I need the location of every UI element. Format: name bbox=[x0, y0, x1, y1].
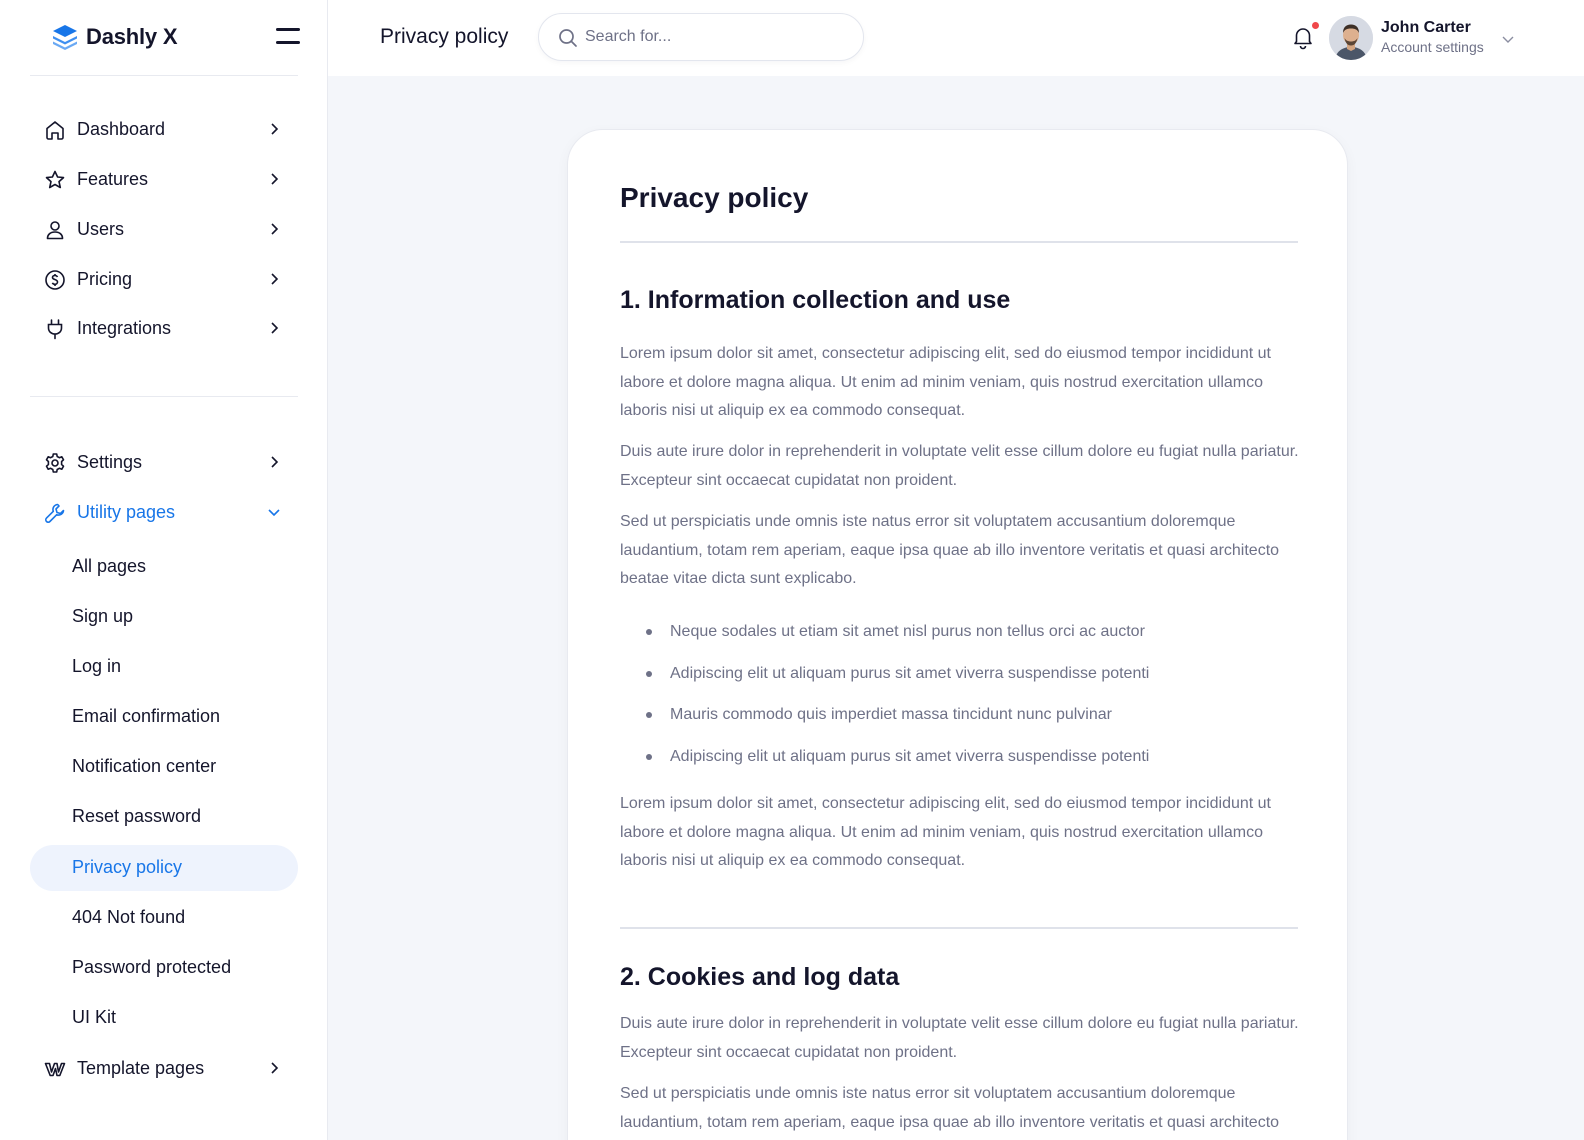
list-item: Mauris commodo quis imperdiet massa tinc… bbox=[620, 703, 1300, 745]
chevron-right-icon bbox=[271, 123, 279, 135]
chevron-right-icon bbox=[271, 273, 279, 285]
list-item: Adipiscing elit ut aliquam purus sit ame… bbox=[620, 745, 1300, 787]
bullet-list: Neque sodales ut etiam sit amet nisl pur… bbox=[620, 620, 1300, 786]
sidebar-subitem-label: Reset password bbox=[72, 806, 202, 826]
menu-toggle-icon[interactable] bbox=[276, 28, 300, 46]
sidebar-subitem-sign-up[interactable]: Sign up bbox=[30, 594, 298, 640]
divider bbox=[620, 241, 1298, 243]
chevron-right-icon bbox=[271, 223, 279, 235]
section-2-title: 2. Cookies and log data bbox=[620, 963, 900, 991]
sidebar-subitem-privacy-policy[interactable]: Privacy policy bbox=[30, 845, 298, 891]
page-title: Privacy policy bbox=[380, 25, 509, 48]
sidebar-subitem-404[interactable]: 404 Not found bbox=[30, 895, 298, 941]
star-icon bbox=[45, 170, 65, 189]
dollar-icon bbox=[45, 270, 65, 290]
webflow-icon bbox=[44, 1062, 66, 1077]
sidebar-item-label: Integrations bbox=[77, 318, 172, 338]
sidebar-item-label: Dashboard bbox=[77, 119, 166, 139]
section-2-paragraph: Sed ut perspiciatis unde omnis iste natu… bbox=[620, 1085, 1280, 1131]
sidebar-item-template-pages[interactable]: Template pages bbox=[30, 1046, 298, 1092]
sidebar-item-dashboard[interactable]: Dashboard bbox=[30, 107, 298, 153]
card-title: Privacy policy bbox=[620, 182, 809, 213]
sidebar-subitem-label: Password protected bbox=[72, 957, 232, 977]
sidebar: Dashly X Dashboard Features Users Pricin… bbox=[0, 0, 328, 1140]
sidebar-item-integrations[interactable]: Integrations bbox=[30, 306, 298, 352]
section-1-paragraph: Duis aute irure dolor in reprehenderit i… bbox=[620, 443, 1299, 489]
sidebar-item-features[interactable]: Features bbox=[30, 157, 298, 203]
sidebar-subitem-all-pages[interactable]: All pages bbox=[30, 544, 298, 590]
user-icon bbox=[46, 221, 64, 240]
chevron-right-icon bbox=[271, 1062, 279, 1074]
sidebar-item-settings[interactable]: Settings bbox=[30, 440, 298, 486]
sidebar-item-label: Users bbox=[77, 219, 125, 239]
sidebar-item-utility-pages[interactable]: Utility pages bbox=[30, 490, 298, 536]
chevron-right-icon bbox=[271, 456, 279, 468]
sidebar-item-pricing[interactable]: Pricing bbox=[30, 257, 298, 303]
section-1-paragraph: Sed ut perspiciatis unde omnis iste natu… bbox=[620, 513, 1280, 587]
search-input[interactable] bbox=[585, 24, 845, 50]
sidebar-item-users[interactable]: Users bbox=[30, 207, 298, 253]
sidebar-subitem-password-protected[interactable]: Password protected bbox=[30, 945, 298, 991]
sidebar-subitem-reset-password[interactable]: Reset password bbox=[30, 794, 298, 840]
sidebar-subitem-label: All pages bbox=[72, 556, 147, 576]
home-icon bbox=[46, 121, 64, 140]
sidebar-item-label: Settings bbox=[77, 452, 143, 472]
sidebar-subitem-ui-kit[interactable]: UI Kit bbox=[30, 995, 298, 1041]
sidebar-item-label: Pricing bbox=[77, 269, 133, 289]
search-box[interactable] bbox=[538, 13, 864, 61]
gear-icon bbox=[45, 453, 65, 473]
chevron-right-icon bbox=[271, 173, 279, 185]
sidebar-subitem-label: Notification center bbox=[72, 756, 217, 776]
sidebar-subitem-label: Sign up bbox=[72, 606, 134, 626]
chevron-right-icon bbox=[271, 322, 279, 334]
sidebar-item-label: Template pages bbox=[77, 1058, 205, 1078]
avatar-image bbox=[1329, 16, 1373, 60]
wrench-icon bbox=[45, 503, 65, 523]
section-1-paragraph: Lorem ipsum dolor sit amet, consectetur … bbox=[620, 345, 1271, 419]
section-2-paragraph: Duis aute irure dolor in reprehenderit i… bbox=[620, 1015, 1299, 1061]
list-item: Neque sodales ut etiam sit amet nisl pur… bbox=[620, 620, 1300, 662]
avatar[interactable] bbox=[1329, 16, 1373, 60]
section-1-paragraph: Lorem ipsum dolor sit amet, consectetur … bbox=[620, 795, 1271, 869]
user-name[interactable]: John Carter bbox=[1381, 19, 1471, 37]
account-settings-label[interactable]: Account settings bbox=[1381, 39, 1484, 55]
sidebar-subitem-email-confirmation[interactable]: Email confirmation bbox=[30, 694, 298, 740]
privacy-policy-card: Privacy policy 1. Information collection… bbox=[567, 129, 1348, 1140]
sidebar-item-label: Utility pages bbox=[77, 502, 176, 522]
divider bbox=[620, 927, 1298, 929]
sidebar-subitem-label: Log in bbox=[72, 656, 122, 676]
section-1-title: 1. Information collection and use bbox=[620, 286, 1011, 314]
brand: Dashly X bbox=[30, 0, 300, 76]
chevron-down-icon[interactable] bbox=[1500, 31, 1516, 47]
sidebar-subitem-label: UI Kit bbox=[72, 1007, 117, 1027]
topbar: Privacy policy John Carter Account setti… bbox=[328, 0, 1584, 76]
sidebar-subitem-label: Email confirmation bbox=[72, 706, 221, 726]
sidebar-subitem-notification-center[interactable]: Notification center bbox=[30, 744, 298, 790]
notification-dot bbox=[1312, 22, 1319, 29]
brand-name: Dashly X bbox=[86, 24, 178, 49]
sidebar-item-label: Features bbox=[77, 169, 149, 189]
sidebar-subitem-log-in[interactable]: Log in bbox=[30, 644, 298, 690]
sidebar-divider bbox=[30, 396, 298, 397]
sidebar-subitem-label: Privacy policy bbox=[72, 857, 183, 877]
sidebar-subitem-label: 404 Not found bbox=[72, 907, 186, 927]
plug-icon bbox=[47, 319, 63, 340]
logo-icon bbox=[53, 25, 77, 50]
chevron-down-icon bbox=[268, 509, 280, 517]
search-icon bbox=[559, 29, 577, 47]
list-item: Adipiscing elit ut aliquam purus sit ame… bbox=[620, 662, 1300, 704]
